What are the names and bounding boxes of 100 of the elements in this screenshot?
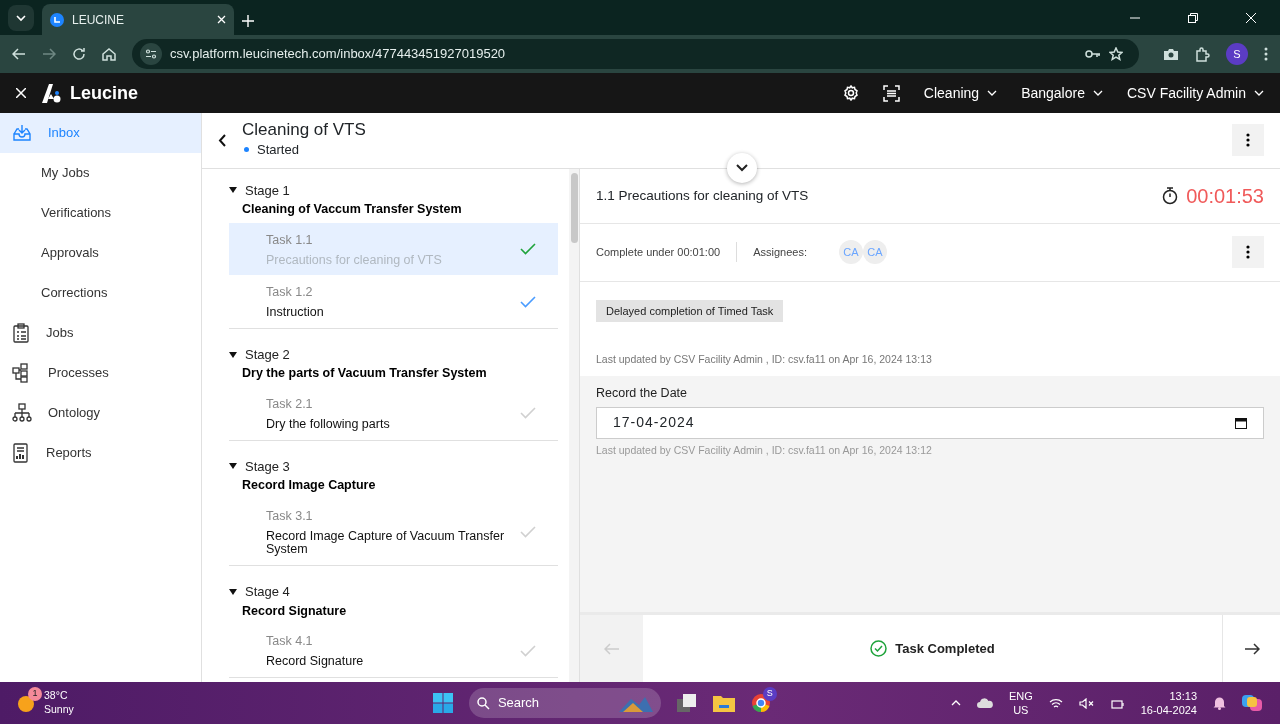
field-label: Record the Date (596, 384, 689, 402)
site-settings-icon[interactable] (140, 43, 162, 65)
time-limit: Complete under 00:01:00 (596, 244, 721, 260)
forward-icon[interactable] (42, 47, 56, 61)
region-indicator[interactable]: US (1008, 703, 1033, 718)
task-view-icon[interactable] (676, 694, 697, 712)
clock-date[interactable]: 16-04-2024 (1140, 703, 1197, 718)
battery-icon[interactable] (1110, 697, 1125, 709)
header-dropdown[interactable]: CSV Facility Admin (1126, 82, 1264, 104)
sidebar-item[interactable]: Approvals (0, 233, 201, 273)
header-dropdown[interactable]: Cleaning (923, 82, 998, 104)
stopwatch-icon (1162, 186, 1179, 205)
favicon-icon (50, 12, 64, 27)
new-tab-icon[interactable] (242, 15, 254, 27)
caret-icon[interactable] (229, 463, 237, 470)
close-icon[interactable] (217, 15, 226, 24)
chevron-up-icon[interactable] (950, 700, 961, 706)
assignees-label: Assignees: (753, 244, 807, 260)
close-icon[interactable] (16, 88, 26, 98)
status-dot (244, 147, 249, 153)
task-item[interactable]: Task 2.1 Dry the following parts (229, 387, 558, 441)
caret-icon[interactable] (229, 351, 237, 358)
hierarchy-icon (12, 403, 32, 423)
more-icon[interactable] (1232, 124, 1264, 157)
folder-icon[interactable] (712, 694, 735, 712)
taskbar-search[interactable]: Search (468, 688, 661, 718)
star-icon[interactable] (1109, 47, 1123, 61)
back-icon[interactable] (218, 133, 226, 147)
assignee-avatar: CA (862, 240, 887, 265)
task-number: Task 1.2 (266, 284, 314, 302)
search-icon (476, 696, 490, 710)
header-dropdown[interactable]: Bangalore (1021, 82, 1103, 104)
notification-badge: 1 (28, 687, 42, 701)
stage-name: Record Image Capture (241, 477, 377, 495)
stage-name: Record Signature (241, 602, 348, 620)
task-name: Record Signature (266, 655, 365, 669)
report-icon (12, 443, 30, 463)
muted-speaker-icon[interactable] (1078, 697, 1095, 709)
sidebar-item[interactable]: Verifications (0, 193, 201, 233)
logo-icon (42, 83, 62, 103)
close-icon[interactable] (1246, 12, 1256, 23)
caret-icon[interactable] (229, 187, 237, 194)
stage-name: Cleaning of Vaccum Transfer System (241, 201, 463, 219)
chevron-down-icon[interactable] (1092, 88, 1103, 98)
clock-time[interactable]: 13:13 (1140, 688, 1197, 703)
language-indicator[interactable]: ENG (1008, 688, 1033, 703)
stage-label: Stage 4 (245, 583, 290, 602)
tab-title: LEUCINE (72, 11, 125, 29)
address-bar[interactable]: csv.platform.leucinetech.com/inbox/477443451927019520 (132, 39, 1139, 69)
copilot-icon[interactable] (1242, 693, 1264, 713)
sidebar-item[interactable]: Processes (0, 353, 201, 393)
tab-list-icon[interactable] (8, 5, 34, 31)
arrow-left-icon (603, 642, 620, 655)
stage-label: Stage 1 (245, 181, 290, 200)
sidebar-item[interactable]: Ontology (0, 393, 201, 433)
key-icon[interactable] (1085, 49, 1101, 59)
timer: 00:01:53 (1186, 183, 1264, 209)
url-text: csv.platform.leucinetech.com/inbox/477443451927019520 (170, 45, 507, 64)
more-icon[interactable] (1232, 236, 1264, 269)
sidebar-item[interactable]: Corrections (0, 273, 201, 313)
arrow-right-icon (1243, 642, 1260, 655)
scan-icon[interactable] (882, 84, 900, 102)
chevron-down-icon[interactable] (1254, 88, 1264, 98)
settings-icon[interactable] (842, 85, 859, 101)
sidebar-item[interactable]: Jobs (0, 313, 201, 353)
restore-icon[interactable] (1188, 12, 1198, 23)
browser-tab[interactable]: LEUCINE (42, 4, 234, 35)
last-updated-text: Last updated by CSV Facility Admin , ID: csv.fa11 on Apr 16, 2024 13:13 (596, 352, 933, 368)
stage-name: Dry the parts of Vacuum Transfer System (241, 365, 488, 383)
start-icon[interactable] (432, 693, 453, 713)
job-title: Cleaning of VTS (242, 121, 367, 140)
menu-icon[interactable] (1264, 47, 1268, 61)
task-title: 1.1 Precautions for cleaning of VTS (596, 186, 810, 205)
home-icon[interactable] (102, 47, 116, 61)
chevron-down-icon[interactable] (987, 88, 998, 98)
profile-avatar[interactable]: S (1226, 43, 1248, 65)
notification-icon[interactable] (1213, 696, 1226, 710)
last-updated-text: Last updated by CSV Facility Admin , ID: csv.fa11 on Apr 16, 2024 13:12 (596, 442, 933, 458)
task-name: Precautions for cleaning of VTS (266, 253, 443, 268)
weather-condition: Sunny (44, 703, 74, 717)
task-number: Task 3.1 (266, 507, 314, 525)
sidebar-item[interactable]: My Jobs (0, 153, 201, 193)
extensions-icon[interactable] (1195, 46, 1210, 62)
sidebar-item[interactable]: Reports (0, 433, 201, 473)
task-item[interactable]: Task 3.1 Record Image Capture of Vacuum Transfer System (229, 498, 558, 567)
delay-badge: Delayed completion of Timed Task (596, 299, 784, 323)
task-number: Task 2.1 (266, 396, 314, 414)
camera-icon[interactable] (1163, 47, 1179, 61)
date-field[interactable]: 17-04-2024 (596, 406, 1264, 439)
wifi-icon[interactable] (1048, 697, 1063, 709)
caret-icon[interactable] (229, 588, 237, 595)
inbox-icon (12, 123, 32, 143)
cloud-icon[interactable] (976, 698, 993, 708)
scrollbar-thumb[interactable] (570, 172, 578, 243)
job-status: Started (257, 140, 299, 159)
calendar-icon[interactable] (1235, 416, 1247, 429)
task-item[interactable]: Task 4.1 Record Signature (229, 624, 558, 678)
collapse-button[interactable] (727, 152, 757, 183)
task-item[interactable]: Task 1.2 Instruction (229, 275, 558, 329)
reload-icon[interactable] (72, 47, 86, 61)
